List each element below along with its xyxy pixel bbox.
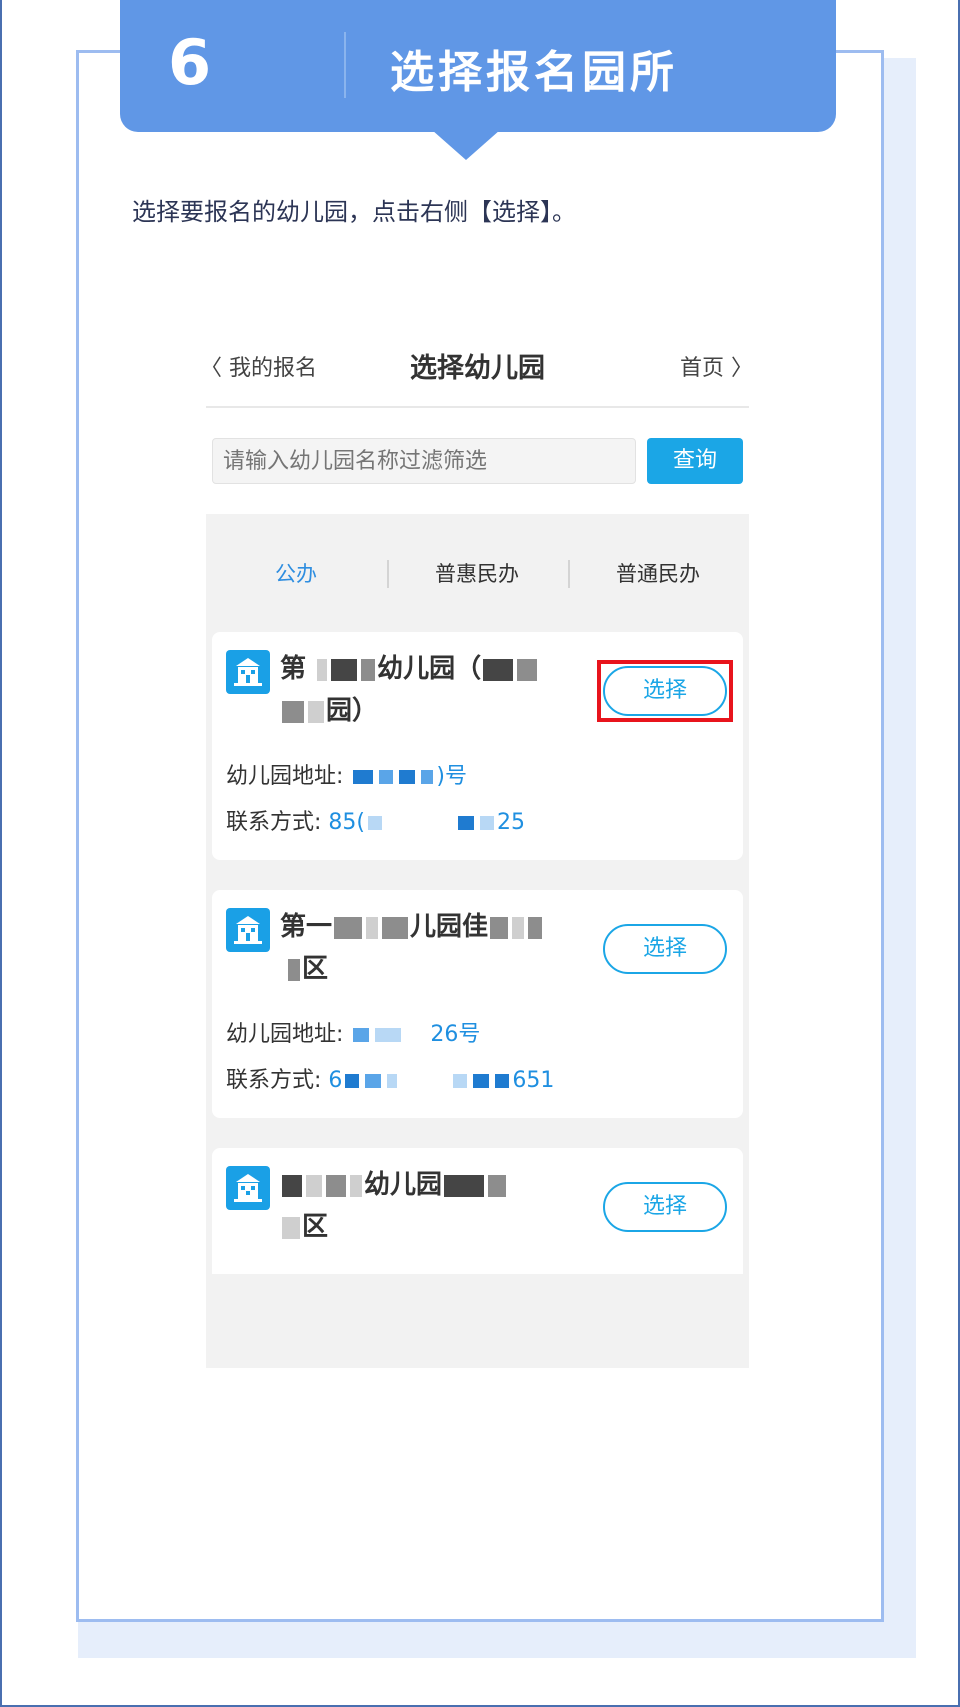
address-row: 幼儿园地址: )号 [226,758,467,790]
name-text: 区 [302,954,329,984]
redacted-block [366,916,379,939]
contact-label: 联系方式: [226,1068,322,1093]
kindergarten-card: 幼儿园 区 选择 [212,1148,743,1274]
tab-general-private[interactable]: 普通民办 [568,554,748,594]
redacted-block [306,1174,322,1197]
home-link[interactable]: 首页 〉 [680,350,749,382]
contact-value: 85(25 [328,810,525,835]
highlight-box [597,660,733,722]
search-input[interactable] [212,438,636,484]
name-text: 第 [280,654,307,684]
redacted-block [444,1174,485,1197]
phone-screenshot: 〈 我的报名 选择幼儿园 首页 〉 查询 公办 普惠民办 普通民办 [206,338,749,1368]
redacted-block [334,916,363,939]
redacted-block [488,1174,507,1197]
name-text: 儿园佳 [410,912,489,942]
kindergarten-list: 公办 普惠民办 普通民办 第 幼儿园（ 园） 选择 幼儿园地址:)号 联系方式… [206,514,749,1368]
redacted-block [288,958,300,981]
address-label: 幼儿园地址: [226,1022,344,1047]
tab-inclusive-private[interactable]: 普惠民办 [387,554,567,594]
redacted-block [308,700,324,723]
school-icon [226,650,270,694]
redacted-block [528,916,543,939]
redacted-block [361,658,376,681]
redacted-block [282,1174,302,1197]
redacted-block [331,658,358,681]
contact-value: 6 651 [328,1068,555,1093]
select-button[interactable]: 选择 [603,1182,727,1232]
kindergarten-card: 第一 儿园佳 区 选择 幼儿园地址: 26号 联系方式: 6 651 [212,890,743,1118]
select-button[interactable]: 选择 [603,924,727,974]
page-title: 选择幼儿园 [410,353,545,384]
contact-label: 联系方式: [226,810,322,835]
redacted-block [382,916,409,939]
school-icon [226,1166,270,1210]
kindergarten-name: 第 幼儿园（ 园） [280,648,590,732]
page-edge-left [0,0,2,1707]
name-text: 第一 [280,912,333,942]
category-tabs: 公办 普惠民办 普通民办 [206,554,749,594]
search-row: 查询 [212,438,743,486]
search-button[interactable]: 查询 [647,438,743,484]
redacted-block [282,1216,300,1239]
name-text: 幼儿园 [364,1170,443,1200]
redacted-block [350,1174,362,1197]
address-label: 幼儿园地址: [226,764,344,789]
nav-bar: 〈 我的报名 选择幼儿园 首页 〉 [206,338,749,408]
banner-divider [344,32,346,98]
kindergarten-name: 第一 儿园佳 区 [280,906,590,990]
contact-row: 联系方式: 6 651 [226,1062,554,1094]
redacted-block [317,658,328,681]
name-text: 幼儿园（ [377,654,482,684]
redacted-block [282,700,304,723]
step-title: 选择报名园所 [390,47,678,98]
address-row: 幼儿园地址: 26号 [226,1016,480,1048]
redacted-block [512,916,525,939]
kindergarten-name: 幼儿园 区 [280,1164,590,1248]
redacted-block [517,658,538,681]
kindergarten-card: 第 幼儿园（ 园） 选择 幼儿园地址: )号 联系方式: 85(25 [212,632,743,860]
redacted-block [483,658,514,681]
address-value: )号 [350,764,467,789]
address-value: 26号 [350,1022,480,1047]
banner-pointer [432,130,500,160]
redacted-block [490,916,509,939]
step-instruction: 选择要报名的幼儿园，点击右侧【选择】。 [132,198,576,226]
name-text: 区 [302,1212,329,1242]
tab-public[interactable]: 公办 [206,554,386,594]
step-number: 6 [168,26,212,99]
name-text: 园） [326,696,379,726]
contact-row: 联系方式: 85(25 [226,804,525,836]
redacted-block [326,1174,346,1197]
school-icon [226,908,270,952]
step-banner: 6 选择报名园所 [120,0,836,132]
